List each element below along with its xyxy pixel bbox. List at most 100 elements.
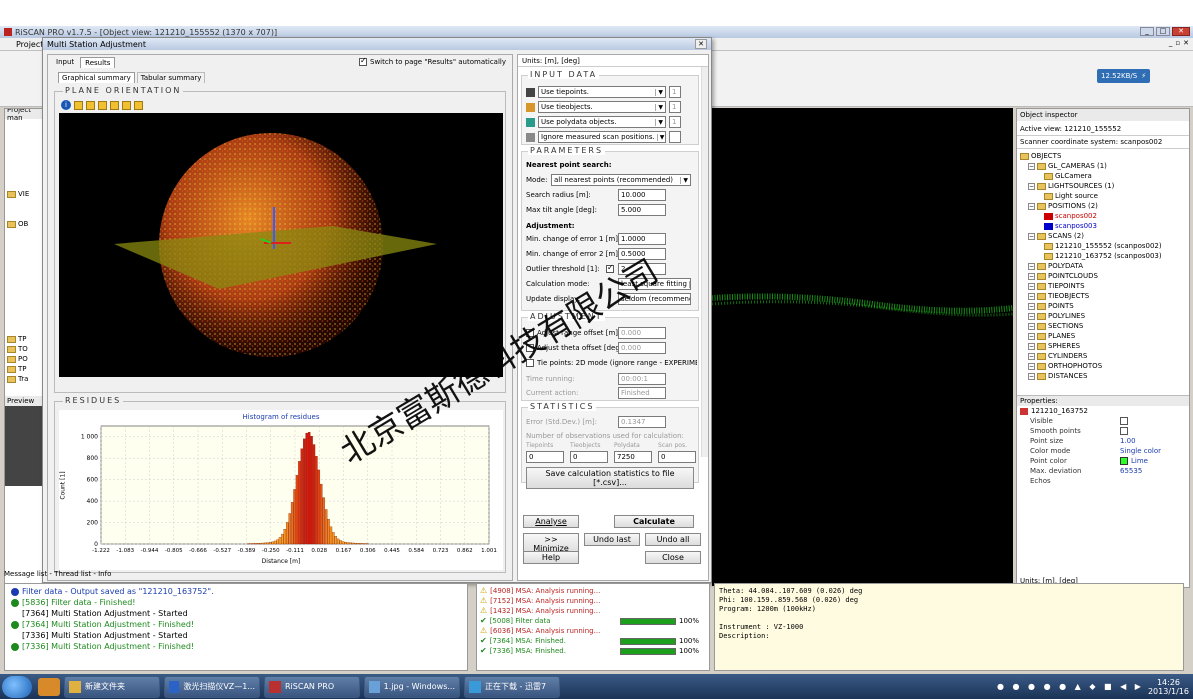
radius-input[interactable]: 10.000: [618, 189, 666, 201]
expand-icon[interactable]: −: [1028, 232, 1035, 240]
property-row[interactable]: Smooth points: [1020, 426, 1186, 436]
input-data-select[interactable]: Use tiepoints. ▼: [538, 86, 666, 98]
inspector-tree-item[interactable]: − GL_CAMERAS (1): [1020, 161, 1186, 171]
tree-item-tp[interactable]: TP: [7, 334, 43, 344]
inspector-tree-item[interactable]: − LIGHTSOURCES (1): [1020, 181, 1186, 191]
outlier-input[interactable]: 2: [618, 263, 666, 275]
mdi-close-icon[interactable]: ✕: [1183, 39, 1189, 47]
taskbar-item[interactable]: 正在下载 - 迅雷7: [464, 675, 560, 698]
expand-icon[interactable]: −: [1028, 302, 1035, 310]
input-data-select[interactable]: Ignore measured scan positions. ▼: [538, 131, 666, 143]
tab-input[interactable]: Input: [52, 58, 78, 66]
maximize-icon[interactable]: □: [1156, 27, 1170, 36]
taskbar-item[interactable]: RiSCAN PRO: [264, 675, 360, 698]
expand-icon[interactable]: −: [1028, 272, 1035, 280]
tree-item-objects[interactable]: OB: [7, 219, 43, 229]
inspector-tree-item[interactable]: Light source: [1020, 191, 1186, 201]
inspector-tree-item[interactable]: − CYLINDERS: [1020, 351, 1186, 361]
property-row[interactable]: Visible: [1020, 416, 1186, 426]
mdi-min-icon[interactable]: _: [1169, 39, 1173, 47]
tab-tabular-summary[interactable]: Tabular summary: [136, 72, 206, 83]
object-view-viewport[interactable]: [712, 108, 1013, 586]
view-left-icon[interactable]: [98, 100, 107, 110]
err1-input[interactable]: 1.0000: [618, 233, 666, 245]
info-icon[interactable]: i: [61, 100, 71, 110]
update-display-select[interactable]: seldom (recommend▼: [618, 293, 691, 305]
clock-date[interactable]: 2013/1/16: [1148, 687, 1189, 696]
tree-item-po[interactable]: PO: [7, 354, 43, 364]
inspector-tree-item[interactable]: scanpos003: [1020, 221, 1186, 231]
property-row[interactable]: Max. deviation 65535: [1020, 466, 1186, 476]
taskbar-item[interactable]: 新建文件夹: [64, 675, 160, 698]
save-statistics-button[interactable]: Save calculation statistics to file [*.c…: [526, 467, 694, 489]
taskbar-item[interactable]: 激光扫描仪VZ—1...: [164, 675, 260, 698]
message-tabs[interactable]: Message list - Thread list - Info: [4, 568, 111, 580]
taskbar-item[interactable]: 1.jpg - Windows...: [364, 675, 460, 698]
inspector-tree-item[interactable]: − DISTANCES: [1020, 371, 1186, 381]
inspector-tree-item[interactable]: − PLANES: [1020, 331, 1186, 341]
expand-icon[interactable]: −: [1028, 182, 1035, 190]
expand-icon[interactable]: −: [1028, 362, 1035, 370]
expand-icon[interactable]: −: [1028, 202, 1035, 210]
msa-close-icon[interactable]: ✕: [695, 39, 707, 49]
quicklaunch-icon[interactable]: [38, 677, 60, 696]
tab-results[interactable]: Results: [80, 56, 116, 68]
property-checkbox[interactable]: [1120, 427, 1128, 435]
inspector-tree-item[interactable]: 121210_163752 (scanpos003): [1020, 251, 1186, 261]
inspector-tree-item[interactable]: − POLYDATA: [1020, 261, 1186, 271]
property-row[interactable]: Color mode Single color: [1020, 446, 1186, 456]
view-front-icon[interactable]: [74, 100, 83, 110]
theta-offset-checkbox[interactable]: [526, 344, 534, 352]
expand-icon[interactable]: −: [1028, 372, 1035, 380]
input-data-select[interactable]: Use polydata objects. ▼: [538, 116, 666, 128]
tray-icons[interactable]: ● ● ● ● ● ▲ ◆ ■ ◀ ▶: [997, 682, 1144, 691]
inspector-tree-item[interactable]: − ORTHOPHOTOS: [1020, 361, 1186, 371]
inspector-tree-item[interactable]: scanpos002: [1020, 211, 1186, 221]
inspector-tree-item[interactable]: − SCANS (2): [1020, 231, 1186, 241]
tab-graphical-summary[interactable]: Graphical summary: [58, 72, 135, 83]
inspector-tree-item[interactable]: − POLYLINES: [1020, 311, 1186, 321]
tree-item-tp2[interactable]: TP: [7, 364, 43, 374]
property-row[interactable]: Point size 1.00: [1020, 436, 1186, 446]
tree-item-tra[interactable]: Tra: [7, 374, 43, 384]
property-row[interactable]: Echos: [1020, 476, 1186, 486]
inspector-tree-item[interactable]: − POINTS: [1020, 301, 1186, 311]
view-right-icon[interactable]: [110, 100, 119, 110]
range-offset-input[interactable]: 0.000: [618, 327, 666, 339]
start-button[interactable]: [2, 675, 32, 698]
inspector-tree-item[interactable]: GLCamera: [1020, 171, 1186, 181]
mode-select[interactable]: all nearest points (recommended) ▼: [551, 174, 691, 186]
tie-2d-checkbox[interactable]: [526, 359, 534, 367]
calculate-button[interactable]: Calculate: [614, 515, 694, 528]
params-scrollbar[interactable]: [701, 67, 708, 457]
range-offset-checkbox[interactable]: [526, 329, 534, 337]
view-back-icon[interactable]: [86, 100, 95, 110]
inspector-tree-item[interactable]: − TIEPOINTS: [1020, 281, 1186, 291]
expand-icon[interactable]: −: [1028, 262, 1035, 270]
close-button[interactable]: Close: [645, 551, 701, 564]
calc-mode-select[interactable]: least square fitting▼: [618, 278, 691, 290]
inspector-tree-item[interactable]: OBJECTS: [1020, 151, 1186, 161]
clock-time[interactable]: 14:26: [1148, 678, 1189, 687]
undo-last-button[interactable]: Undo last: [584, 533, 640, 546]
err2-input[interactable]: 0.5000: [618, 248, 666, 260]
tree-item-views[interactable]: VIE: [7, 189, 43, 199]
inspector-tree-item[interactable]: − POSITIONS (2): [1020, 201, 1186, 211]
expand-icon[interactable]: −: [1028, 292, 1035, 300]
expand-icon[interactable]: −: [1028, 352, 1035, 360]
view-bottom-icon[interactable]: [134, 100, 143, 110]
property-row[interactable]: Point color Lime: [1020, 456, 1186, 466]
expand-icon[interactable]: −: [1028, 312, 1035, 320]
expand-icon[interactable]: −: [1028, 162, 1035, 170]
close-icon[interactable]: ✕: [1172, 27, 1190, 36]
expand-icon[interactable]: −: [1028, 282, 1035, 290]
help-button[interactable]: Help: [523, 551, 579, 564]
inspector-tree-item[interactable]: 121210_155552 (scanpos002): [1020, 241, 1186, 251]
plane-3d-view[interactable]: [59, 113, 503, 377]
input-data-select[interactable]: Use tieobjects. ▼: [538, 101, 666, 113]
inspector-tree-item[interactable]: − TIEOBJECTS: [1020, 291, 1186, 301]
theta-offset-input[interactable]: 0.000: [618, 342, 666, 354]
minimize-icon[interactable]: _: [1140, 27, 1154, 36]
tree-item-to[interactable]: TO: [7, 344, 43, 354]
outlier-checkbox[interactable]: ✓: [606, 263, 614, 273]
